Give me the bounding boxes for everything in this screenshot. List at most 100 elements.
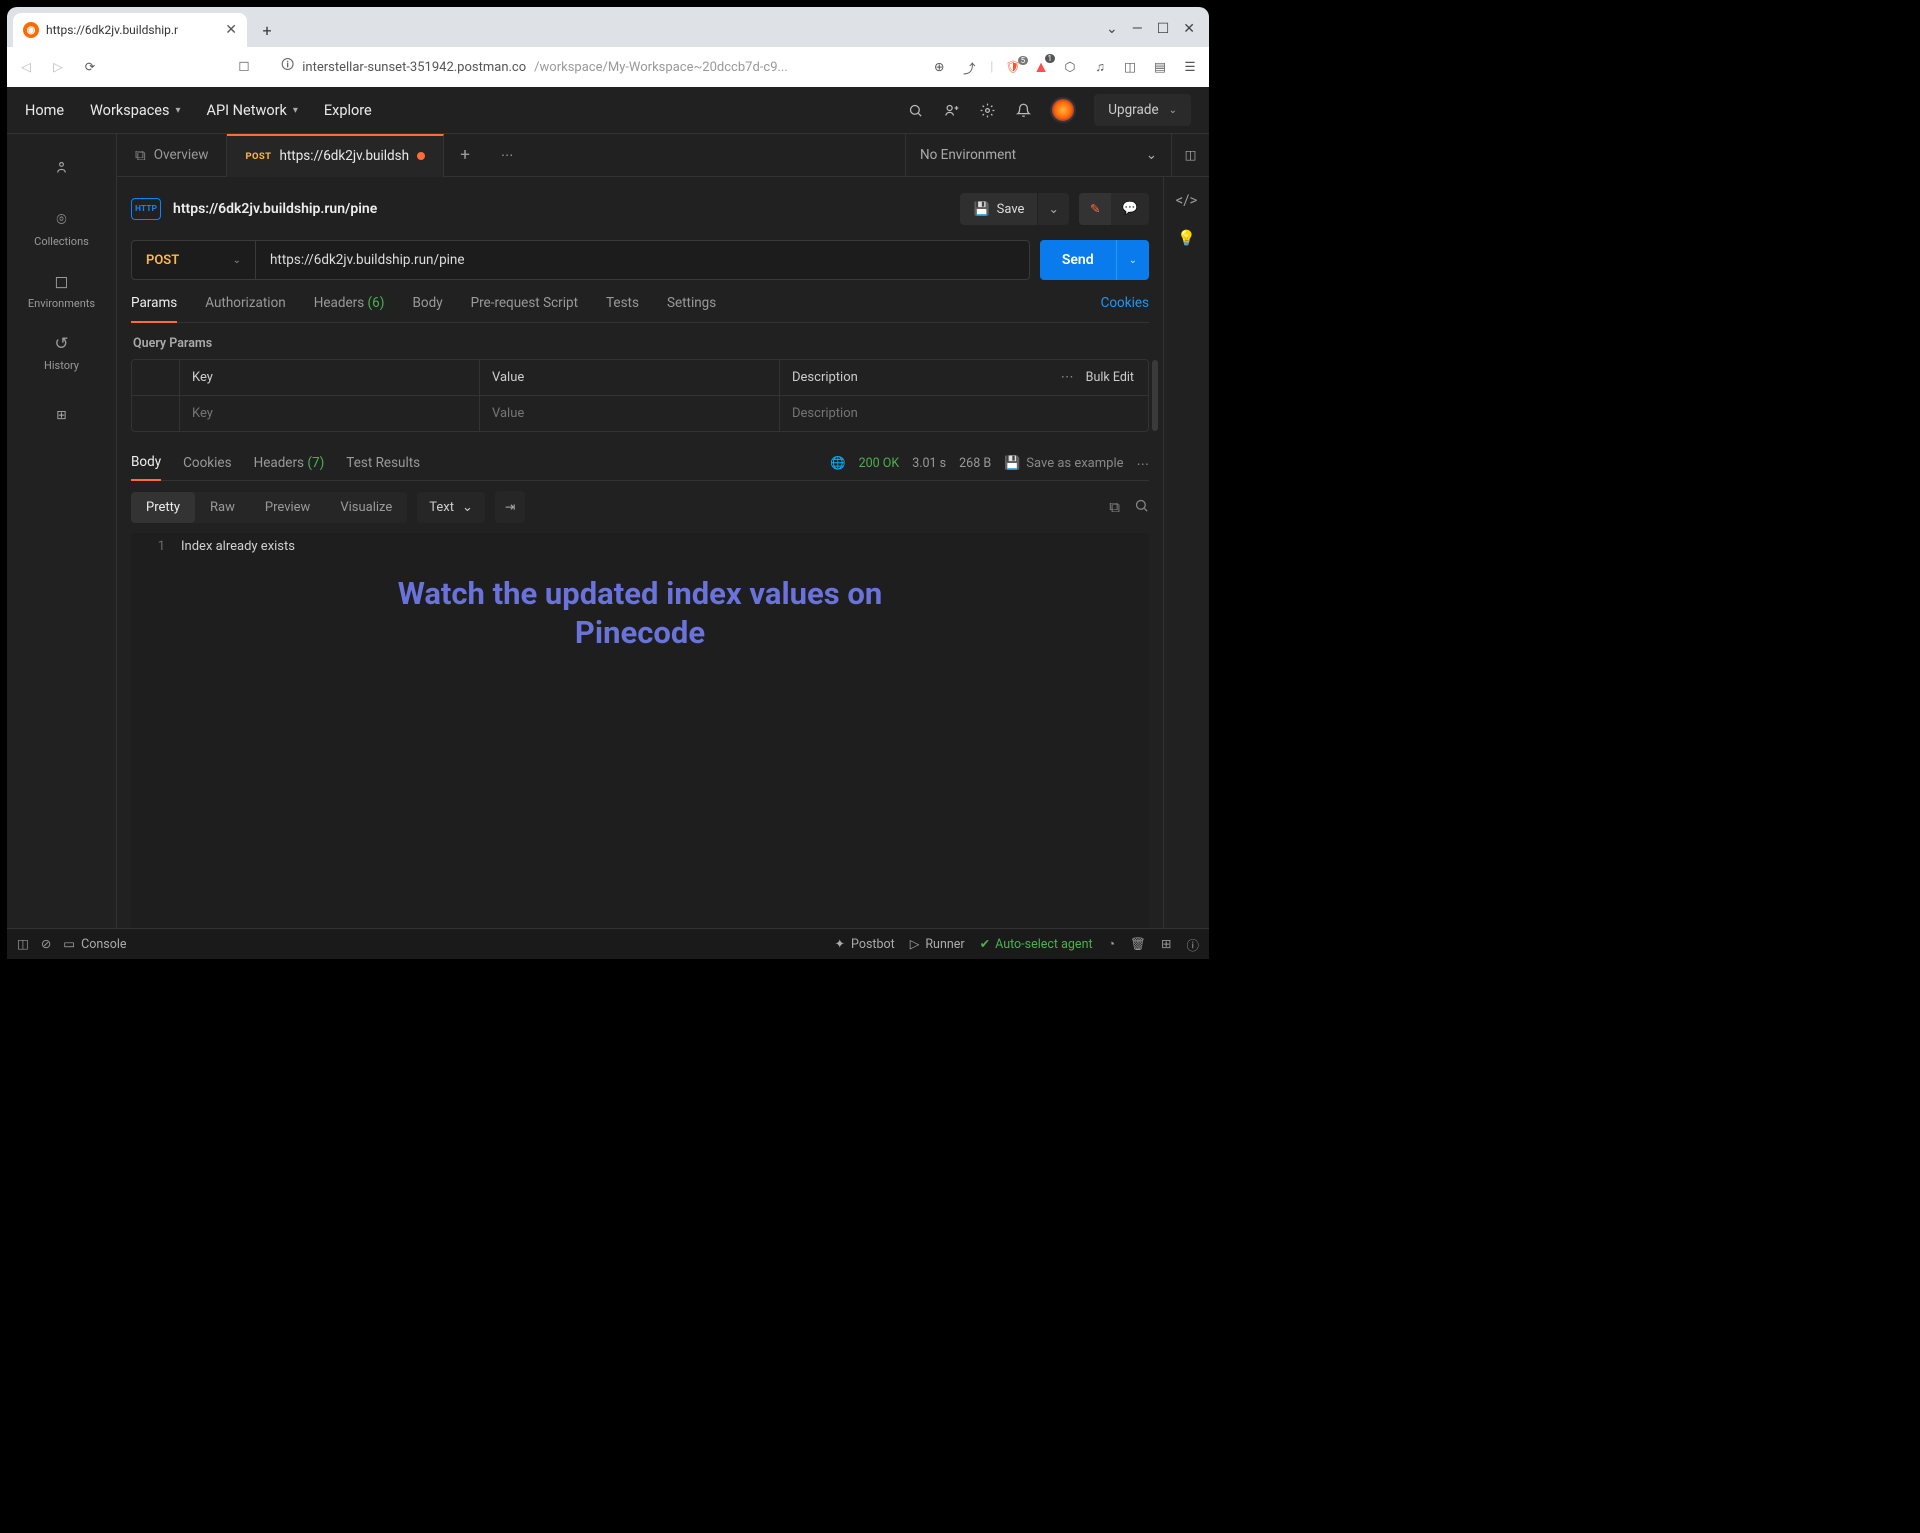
response-more-icon[interactable]: ⋯ [1137, 456, 1150, 472]
trash-icon[interactable]: 🗑 [1130, 937, 1146, 952]
cookies-icon[interactable]: ◔ [1108, 937, 1116, 952]
view-preview[interactable]: Preview [250, 492, 325, 523]
view-visualize[interactable]: Visualize [325, 492, 407, 523]
menu-icon[interactable]: ☰ [1181, 59, 1199, 75]
wallet-icon[interactable]: ▤ [1151, 59, 1169, 75]
param-desc-input[interactable] [792, 406, 1136, 421]
console-button[interactable]: ▭Console [63, 936, 126, 952]
window-chevron-icon[interactable]: ⌄ [1106, 21, 1118, 37]
history-icon: ↺ [54, 334, 68, 354]
save-dropdown[interactable]: ⌄ [1037, 193, 1068, 225]
search-icon[interactable] [906, 103, 924, 118]
sidebar-configure-icon[interactable]: ⊞ [43, 396, 81, 434]
sidepanel-icon[interactable]: ◫ [1121, 59, 1139, 75]
agent-status[interactable]: ✔Auto-select agent [980, 936, 1093, 952]
new-request-tab-button[interactable]: + [444, 145, 486, 165]
url-bar[interactable]: 🛈 interstellar-sunset-351942.postman.co/… [271, 52, 912, 82]
sidebar-environments[interactable]: ◻Environments [28, 272, 95, 310]
search-response-icon[interactable] [1134, 498, 1149, 517]
method-selector[interactable]: POST ⌄ [132, 241, 256, 279]
collections-icon: ⌾ [56, 210, 66, 230]
nav-workspaces[interactable]: Workspaces▾ [90, 102, 180, 119]
music-icon[interactable]: ♫ [1091, 60, 1109, 75]
environment-quicklook-icon[interactable]: ◫ [1171, 134, 1209, 177]
send-button[interactable]: Send [1040, 240, 1116, 280]
tab-params[interactable]: Params [131, 295, 177, 323]
resp-tab-body[interactable]: Body [131, 454, 161, 481]
tab-request-active[interactable]: POST https://6dk2jv.buildsh [227, 134, 444, 177]
save-button[interactable]: 💾Save [960, 193, 1037, 225]
columns-more-icon[interactable]: ⋯ [1061, 370, 1074, 385]
send-dropdown[interactable]: ⌄ [1116, 240, 1149, 280]
response-body[interactable]: 1 Index already exists Watch the updated… [131, 533, 1149, 928]
param-value-input[interactable] [492, 406, 767, 421]
nav-home[interactable]: Home [25, 102, 64, 119]
settings-icon[interactable] [978, 103, 996, 118]
view-raw[interactable]: Raw [195, 492, 250, 523]
comment-icon[interactable]: 💬 [1111, 193, 1149, 225]
format-selector[interactable]: Text⌄ [417, 492, 485, 523]
nav-back-icon[interactable]: ◁ [17, 59, 35, 75]
window-minimize-icon[interactable]: ― [1132, 21, 1143, 37]
extensions-icon[interactable]: ⬡ [1061, 59, 1079, 75]
bookmark-icon[interactable]: ☐ [235, 59, 253, 75]
invite-icon[interactable] [942, 103, 960, 118]
panel-toggle-icon[interactable]: ◫ [17, 936, 29, 952]
warning-icon[interactable]: ▲1 [1033, 57, 1049, 77]
cookies-link[interactable]: Cookies [1101, 295, 1149, 322]
environment-selector[interactable]: No Environment⌄ [905, 134, 1171, 177]
postbot-icon: ✦ [835, 936, 845, 952]
param-key-input[interactable] [192, 406, 467, 421]
edit-icon[interactable]: ✎ [1079, 193, 1111, 225]
new-tab-button[interactable]: + [253, 16, 281, 44]
response-time: 3.01 s [912, 456, 946, 471]
nav-api-network[interactable]: API Network▾ [207, 102, 298, 119]
sidebar-history[interactable]: ↺History [44, 334, 79, 372]
sidebar-collections[interactable]: ⌾Collections [34, 210, 89, 248]
tab-prerequest[interactable]: Pre-request Script [471, 295, 578, 322]
notifications-icon[interactable] [1014, 103, 1032, 118]
runner-button[interactable]: ▷Runner [910, 936, 965, 952]
brave-shield-icon[interactable]: 🛡5 [1005, 60, 1021, 75]
table-row[interactable] [132, 396, 1148, 431]
browser-toolbar: ◁ ▷ ⟳ ☐ 🛈 interstellar-sunset-351942.pos… [7, 47, 1209, 87]
workspace-switcher-icon[interactable] [43, 148, 81, 186]
reload-icon[interactable]: ⟳ [81, 59, 99, 75]
tab-body[interactable]: Body [412, 295, 442, 322]
tab-settings[interactable]: Settings [667, 295, 716, 322]
sync-ok-icon[interactable]: ⊘ [41, 936, 51, 952]
tab-headers[interactable]: Headers (6) [314, 295, 385, 322]
tab-close-icon[interactable]: ✕ [225, 22, 237, 38]
share-icon[interactable]: ⤴ [960, 58, 978, 77]
scrollbar[interactable] [1152, 360, 1158, 431]
wrap-lines-icon[interactable]: ⇥ [495, 491, 525, 523]
help-icon[interactable]: ⓘ [1186, 935, 1199, 954]
resp-tab-tests[interactable]: Test Results [346, 455, 420, 480]
window-close-icon[interactable]: ✕ [1183, 21, 1195, 37]
resp-tab-headers[interactable]: Headers (7) [254, 455, 325, 480]
copy-icon[interactable]: ⧉ [1109, 498, 1120, 517]
browser-tab-active[interactable]: ◉ https://6dk2jv.buildship.r ✕ [13, 13, 247, 47]
user-avatar[interactable] [1050, 97, 1076, 123]
code-icon[interactable]: </> [1176, 191, 1198, 209]
upgrade-button[interactable]: Upgrade⌄ [1094, 94, 1191, 126]
tab-overview[interactable]: ⧉Overview [117, 134, 227, 177]
bulk-edit-link[interactable]: Bulk Edit [1086, 370, 1134, 385]
postbot-button[interactable]: ✦Postbot [835, 936, 895, 952]
nav-forward-icon[interactable]: ▷ [49, 59, 67, 75]
tab-authorization[interactable]: Authorization [205, 295, 285, 322]
zoom-icon[interactable]: ⊕ [930, 59, 948, 75]
layout-icon[interactable]: ⊞ [1161, 936, 1171, 952]
request-url-input[interactable] [270, 252, 1015, 268]
tabs-more-icon[interactable]: ⋯ [486, 147, 528, 163]
hint-icon[interactable]: 💡 [1177, 229, 1196, 247]
url-host: interstellar-sunset-351942.postman.co [302, 60, 526, 75]
resp-tab-cookies[interactable]: Cookies [183, 455, 231, 480]
network-icon[interactable]: 🌐 [830, 456, 846, 471]
save-example-button[interactable]: 💾Save as example [1004, 456, 1123, 471]
nav-explore[interactable]: Explore [324, 102, 372, 119]
window-maximize-icon[interactable]: ☐ [1157, 21, 1170, 37]
view-pretty[interactable]: Pretty [131, 492, 195, 523]
tab-tests[interactable]: Tests [606, 295, 639, 322]
lock-icon: 🛈 [281, 56, 294, 78]
